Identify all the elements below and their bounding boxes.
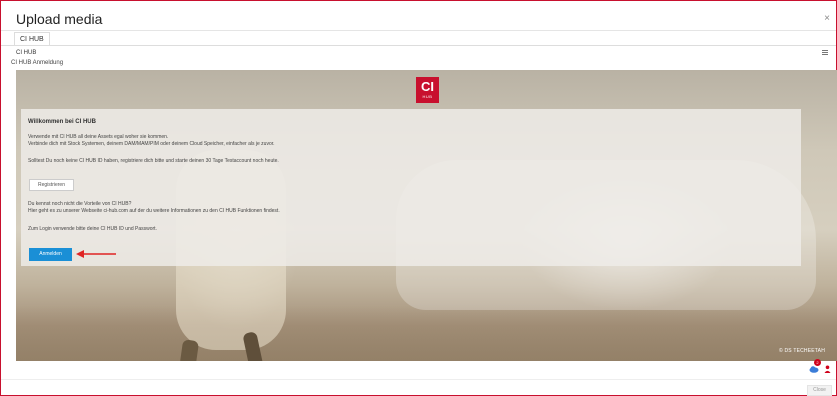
hamburger-menu-icon[interactable] [822, 50, 828, 56]
dialog-title: Upload media [16, 11, 103, 27]
tab-ci-hub[interactable]: CI HUB [14, 32, 50, 46]
close-icon[interactable]: × [824, 14, 830, 24]
welcome-heading: Willkommen bei CI HUB [28, 119, 96, 125]
intro-text-2: Verbinde dich mit Stock Systemen, deinem… [28, 141, 275, 147]
plugin-subtitle: CI HUB Anmeldung [11, 60, 64, 66]
hero-background: CI HUB Willkommen bei CI HUB Verwende mi… [16, 70, 837, 361]
close-button[interactable]: Close [807, 385, 832, 396]
footer-divider [1, 379, 836, 380]
tab-divider [1, 45, 836, 46]
register-hint: Solltest Du noch keine CI HUB ID haben, … [28, 158, 279, 164]
login-button[interactable]: Anmelden [29, 248, 72, 261]
website-link-text[interactable]: Hier geht es zu unserer Webseite ci-hub.… [28, 208, 280, 215]
dialog-header: Upload media × [1, 1, 836, 31]
intro-text-1: Verwende mit CI HUB all deine Assets ega… [28, 134, 169, 140]
cloud-icon[interactable] [809, 365, 819, 373]
user-icon[interactable] [824, 365, 831, 373]
login-panel: Willkommen bei CI HUB Verwende mit CI HU… [21, 109, 801, 266]
arrow-left-icon [76, 250, 116, 258]
upload-media-dialog: Upload media × CI HUB CI HUB CI HUB Anme… [0, 0, 837, 396]
plugin-name: CI HUB [16, 50, 37, 56]
benefits-question: Du kennst noch nicht die Vorteile von CI… [28, 201, 132, 207]
notification-badge: 2 [814, 359, 821, 366]
photo-credit: © DS TECHEETAH [779, 348, 826, 354]
register-button[interactable]: Registrieren [29, 179, 74, 191]
ci-hub-logo: CI HUB [416, 77, 439, 103]
login-hint: Zum Login verwende bitte deine CI HUB ID… [28, 226, 157, 232]
